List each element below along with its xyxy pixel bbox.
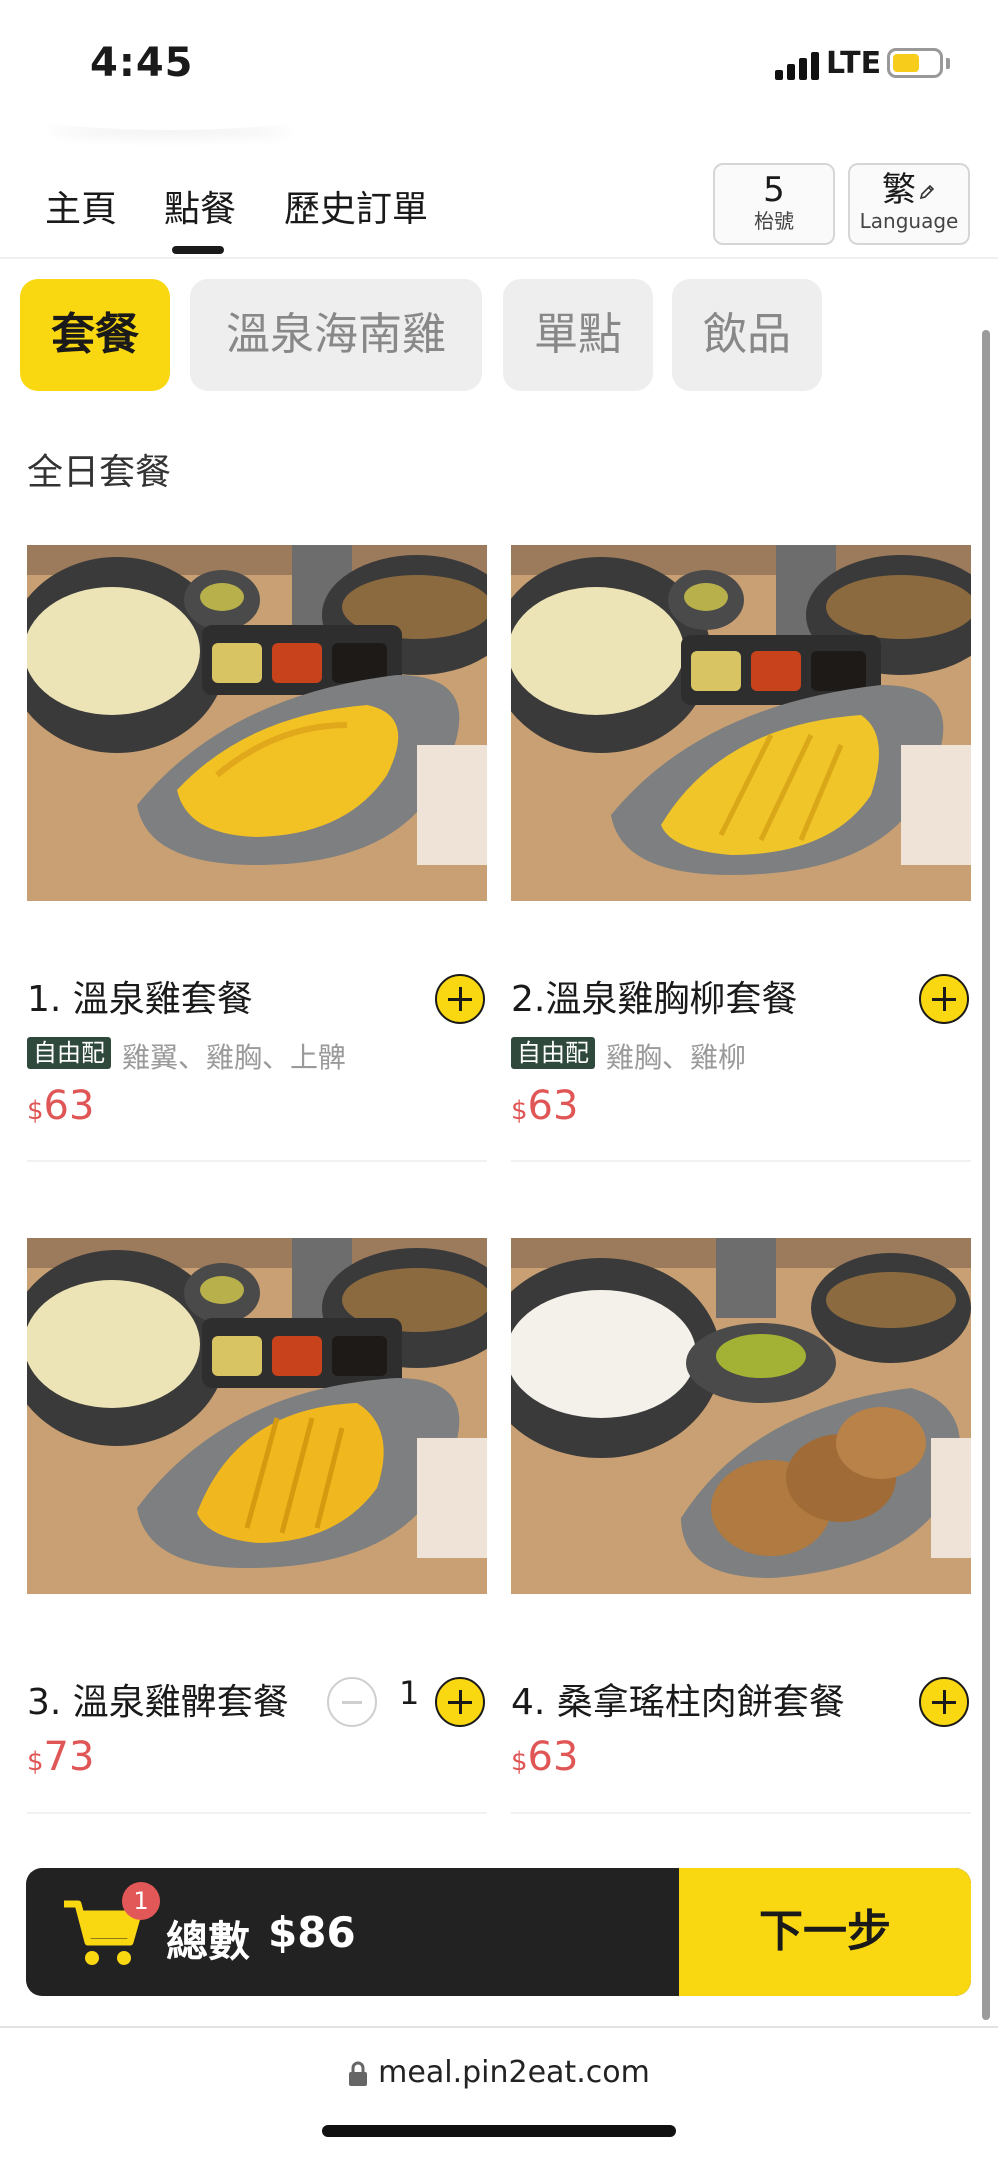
product-name: 2.溫泉雞胸柳套餐 bbox=[511, 979, 798, 1020]
lock-icon bbox=[349, 2061, 368, 2086]
home-indicator[interactable] bbox=[322, 2125, 676, 2137]
tab-order-history[interactable]: 歷史訂單 bbox=[284, 180, 428, 232]
product-card[interactable]: 2.溫泉雞胸柳套餐 自由配 雞胸、雞柳 $63 bbox=[511, 545, 971, 1165]
quantity-value: 1 bbox=[399, 1674, 420, 1712]
category-chip-set-meal[interactable]: 套餐 bbox=[20, 279, 170, 391]
decrease-button[interactable] bbox=[327, 1677, 377, 1727]
status-bar: 4:45 LTE bbox=[0, 0, 998, 120]
header-shadow bbox=[40, 104, 300, 130]
footer-divider bbox=[0, 2026, 998, 2028]
language-button[interactable]: 繁 Language bbox=[848, 163, 970, 245]
add-button[interactable] bbox=[919, 974, 969, 1024]
table-number: 5 bbox=[763, 170, 785, 210]
url-text: meal.pin2eat.com bbox=[378, 2055, 650, 2090]
battery-level bbox=[893, 54, 919, 72]
free-choice-tag: 自由配 bbox=[27, 1037, 111, 1069]
card-divider bbox=[27, 1160, 487, 1162]
active-tab-indicator bbox=[172, 246, 224, 254]
tab-home[interactable]: 主頁 bbox=[45, 180, 117, 232]
add-button[interactable] bbox=[435, 1677, 485, 1727]
cart-count-badge: 1 bbox=[122, 1882, 160, 1920]
card-divider bbox=[511, 1160, 971, 1162]
currency-symbol: $ bbox=[27, 1747, 44, 1777]
meal-photo[interactable] bbox=[511, 545, 971, 901]
battery-tip bbox=[946, 58, 950, 69]
network-label: LTE bbox=[826, 46, 882, 81]
add-button[interactable] bbox=[919, 1677, 969, 1727]
price-value: 63 bbox=[43, 1083, 95, 1129]
language-label: Language bbox=[859, 209, 959, 233]
currency-symbol: $ bbox=[511, 1096, 528, 1126]
category-chip-a-la-carte[interactable]: 單點 bbox=[503, 279, 653, 391]
card-divider bbox=[511, 1812, 971, 1814]
language-symbol: 繁 bbox=[882, 170, 916, 210]
meal-photo[interactable] bbox=[511, 1238, 971, 1594]
product-name: 3. 溫泉雞髀套餐 bbox=[27, 1682, 289, 1723]
category-chip-hainan-chicken[interactable]: 溫泉海南雞 bbox=[190, 279, 482, 391]
nav-divider bbox=[0, 257, 998, 259]
meal-photo[interactable] bbox=[27, 545, 487, 901]
currency-symbol: $ bbox=[511, 1747, 528, 1777]
product-card[interactable]: 1. 溫泉雞套餐 自由配 雞翼、雞胸、上髀 $63 bbox=[27, 545, 487, 1165]
url-bar[interactable]: meal.pin2eat.com bbox=[0, 2055, 998, 2090]
tab-order[interactable]: 點餐 bbox=[164, 180, 236, 232]
product-card[interactable]: 4. 桑拿瑤柱肉餅套餐 $63 bbox=[511, 1238, 971, 1818]
section-title: 全日套餐 bbox=[27, 452, 172, 493]
pencil-icon bbox=[919, 184, 935, 199]
product-price: $63 bbox=[27, 1083, 94, 1129]
add-button[interactable] bbox=[435, 974, 485, 1024]
product-options: 雞胸、雞柳 bbox=[606, 1041, 747, 1074]
category-chip-drinks[interactable]: 飲品 bbox=[672, 279, 822, 391]
table-number-box[interactable]: 5 枱號 bbox=[713, 163, 835, 245]
signal-icon bbox=[775, 50, 821, 80]
product-price: $73 bbox=[27, 1734, 94, 1780]
meal-photo[interactable] bbox=[27, 1238, 487, 1594]
scrollbar-thumb[interactable] bbox=[982, 330, 990, 2020]
product-price: $63 bbox=[511, 1734, 578, 1780]
price-value: 63 bbox=[527, 1734, 579, 1780]
product-name: 1. 溫泉雞套餐 bbox=[27, 979, 253, 1020]
card-divider bbox=[27, 1812, 487, 1814]
free-choice-tag: 自由配 bbox=[511, 1037, 595, 1069]
product-card[interactable]: 3. 溫泉雞髀套餐 1 $73 bbox=[27, 1238, 487, 1818]
next-step-button[interactable]: 下一步 bbox=[679, 1868, 971, 1996]
table-label: 枱號 bbox=[754, 209, 794, 233]
battery-icon bbox=[887, 48, 943, 78]
status-time: 4:45 bbox=[90, 40, 194, 86]
product-name: 4. 桑拿瑤柱肉餅套餐 bbox=[511, 1682, 845, 1723]
cart-total-label: 總數 bbox=[166, 1917, 251, 1966]
price-value: 63 bbox=[527, 1083, 579, 1129]
currency-symbol: $ bbox=[27, 1096, 44, 1126]
product-price: $63 bbox=[511, 1083, 578, 1129]
cart-total-value: $86 bbox=[268, 1908, 356, 1957]
cart-bar[interactable]: 1 總數 $86 下一步 bbox=[26, 1868, 971, 1996]
price-value: 73 bbox=[43, 1734, 95, 1780]
product-options: 雞翼、雞胸、上髀 bbox=[122, 1041, 347, 1074]
